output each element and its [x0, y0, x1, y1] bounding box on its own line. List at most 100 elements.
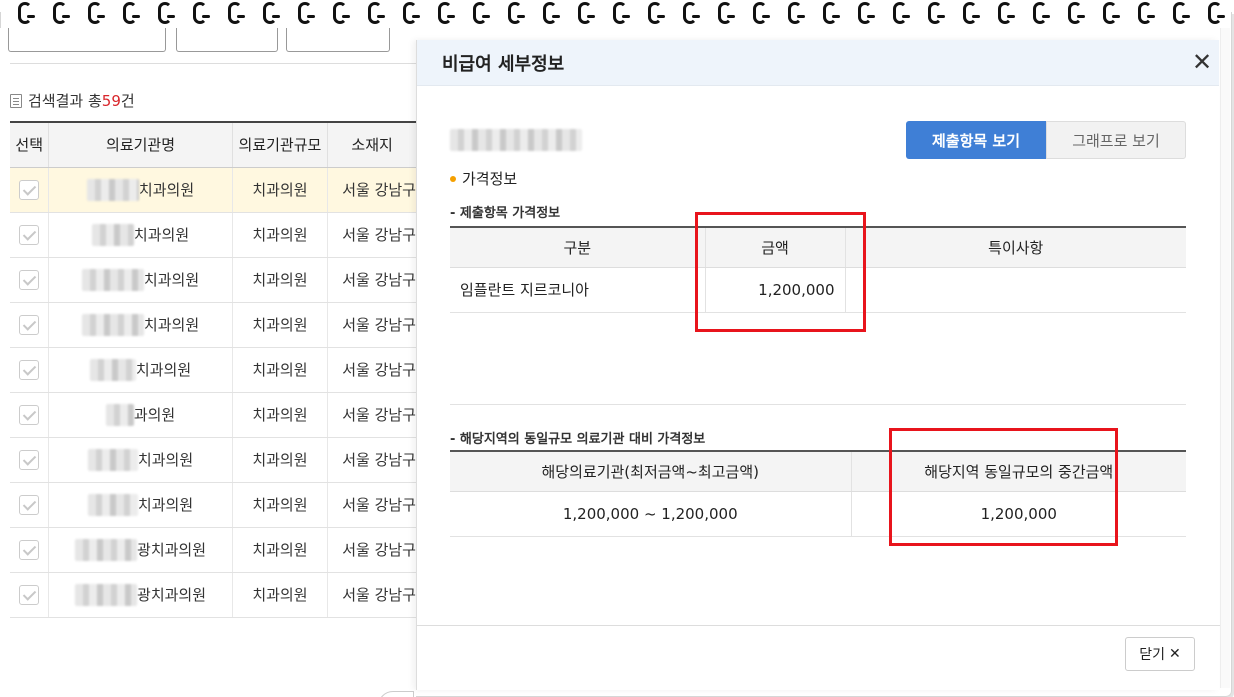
row-checkbox[interactable]	[19, 584, 40, 605]
table-row[interactable]: 치과의원 치과의원 서울 강남구	[10, 167, 416, 213]
hospital-name-cell: 치과의원	[48, 482, 233, 528]
table-row[interactable]: 치과의원 치과의원 서울 강남구	[10, 437, 416, 483]
select-cell	[10, 482, 49, 528]
hospital-name-cell: 치과의원	[48, 437, 233, 483]
redacted-name	[89, 358, 136, 381]
hospital-name-cell: 치과의원	[48, 347, 233, 393]
row-checkbox[interactable]	[19, 359, 40, 380]
modal-header: 비급여 세부정보	[417, 40, 1219, 86]
hospital-name-cell: 치과의원	[48, 302, 233, 348]
select-cell	[10, 572, 49, 618]
redacted-name	[75, 538, 138, 561]
select-cell	[10, 527, 49, 573]
table-row[interactable]: 치과의원 치과의원 서울 강남구	[10, 302, 416, 348]
row-checkbox[interactable]	[19, 179, 40, 200]
result-count-value: 59	[101, 91, 121, 110]
bullet-icon	[450, 175, 456, 182]
column-header: 해당의료기관(최저금액~최고금액)	[450, 450, 851, 492]
hospital-location: 서울 강남구	[327, 437, 416, 483]
row-checkbox[interactable]	[19, 494, 40, 515]
section-title: 가격정보	[462, 170, 518, 188]
hospital-name: 광치과의원	[137, 541, 207, 559]
hospital-name-cell: 과의원	[48, 392, 233, 438]
table-row[interactable]: 광치과의원 치과의원 서울 강남구	[10, 572, 416, 618]
row-checkbox[interactable]	[19, 404, 40, 425]
highlight-box-median	[889, 428, 1118, 546]
result-count: 검색결과 총 59 건	[10, 90, 135, 111]
hospital-location: 서울 강남구	[327, 482, 416, 528]
redacted-name	[86, 178, 139, 201]
hospital-name: 치과의원	[138, 181, 195, 199]
tab-submitted-items[interactable]: 제출항목 보기	[906, 121, 1046, 159]
table-row[interactable]: 치과의원 치과의원 서울 강남구	[10, 347, 416, 393]
hospital-name: 치과의원	[133, 226, 190, 244]
select-cell	[10, 347, 49, 393]
redacted-name	[81, 313, 144, 336]
hospital-name-cell: 치과의원	[48, 167, 233, 213]
table-row[interactable]: 치과의원 치과의원 서울 강남구	[10, 212, 416, 258]
hospital-scale: 치과의원	[231, 527, 328, 573]
row-checkbox[interactable]	[19, 449, 40, 470]
toolbar-button-2[interactable]	[176, 28, 278, 52]
close-button-label: 닫기	[1139, 647, 1166, 663]
tab-graph-view[interactable]: 그래프로 보기	[1046, 121, 1186, 159]
item-note	[844, 267, 1186, 313]
select-cell	[10, 257, 49, 303]
row-checkbox[interactable]	[19, 269, 40, 290]
toolbar-button-3[interactable]	[286, 28, 390, 52]
hospital-name-cell: 광치과의원	[48, 572, 233, 618]
table-row[interactable]: 광치과의원 치과의원 서울 강남구	[10, 527, 416, 573]
divider	[10, 63, 416, 64]
hospital-scale: 치과의원	[231, 257, 328, 303]
collapse-panel-button[interactable]: «	[378, 691, 414, 697]
column-header: 구분	[450, 226, 705, 268]
modal-title: 비급여 세부정보	[442, 53, 565, 75]
column-header: 특이사항	[844, 226, 1186, 268]
close-icon: ✕	[1169, 646, 1181, 662]
hospital-scale: 치과의원	[231, 482, 328, 528]
select-cell	[10, 392, 49, 438]
non-covered-detail-modal: 비급여 세부정보 ✕ 제출항목 보기 그래프로 보기 가격정보 - 제출항목 가…	[416, 40, 1220, 690]
footer-divider	[417, 625, 1220, 626]
hospital-location: 서울 강남구	[327, 302, 416, 348]
hospital-scale: 치과의원	[231, 212, 328, 258]
result-count-prefix: 검색결과 총	[28, 92, 102, 110]
hospital-location: 서울 강남구	[327, 167, 416, 213]
hospital-scale: 치과의원	[231, 167, 328, 213]
redacted-name	[87, 448, 138, 471]
row-checkbox[interactable]	[19, 314, 40, 335]
hospital-scale: 치과의원	[231, 392, 328, 438]
redacted-name	[105, 403, 134, 426]
hospital-name: 치과의원	[143, 271, 200, 289]
hospital-location: 서울 강남구	[327, 392, 416, 438]
redacted-name	[91, 223, 134, 246]
hospital-location: 서울 강남구	[327, 347, 416, 393]
result-count-suffix: 건	[120, 92, 135, 110]
hospital-name: 광치과의원	[137, 586, 207, 604]
column-header: 의료기관명	[48, 121, 233, 168]
table-row[interactable]: 치과의원 치과의원 서울 강남구	[10, 482, 416, 528]
select-cell	[10, 437, 49, 483]
close-button[interactable]: 닫기 ✕	[1125, 637, 1195, 671]
document-icon	[10, 93, 22, 108]
hospital-scale: 치과의원	[231, 302, 328, 348]
section-price-info: 가격정보	[450, 168, 517, 189]
highlight-box-amount	[695, 212, 866, 332]
select-cell	[10, 167, 49, 213]
close-icon[interactable]: ✕	[1189, 50, 1215, 76]
hospital-location: 서울 강남구	[327, 572, 416, 618]
row-checkbox[interactable]	[19, 224, 40, 245]
hospital-name: 치과의원	[137, 451, 194, 469]
hospital-name: 치과의원	[135, 361, 192, 379]
column-header: 소재지	[327, 121, 416, 168]
scrollbar[interactable]	[1220, 28, 1230, 688]
hospital-scale: 치과의원	[231, 572, 328, 618]
table-row[interactable]: 치과의원 치과의원 서울 강남구	[10, 257, 416, 303]
redacted-name	[87, 493, 138, 516]
hospital-name: 치과의원	[137, 496, 194, 514]
select-cell	[10, 212, 49, 258]
row-checkbox[interactable]	[19, 539, 40, 560]
hospital-name-cell: 치과의원	[48, 212, 233, 258]
table-row[interactable]: 과의원 치과의원 서울 강남구	[10, 392, 416, 438]
toolbar-button-1[interactable]	[8, 28, 166, 52]
